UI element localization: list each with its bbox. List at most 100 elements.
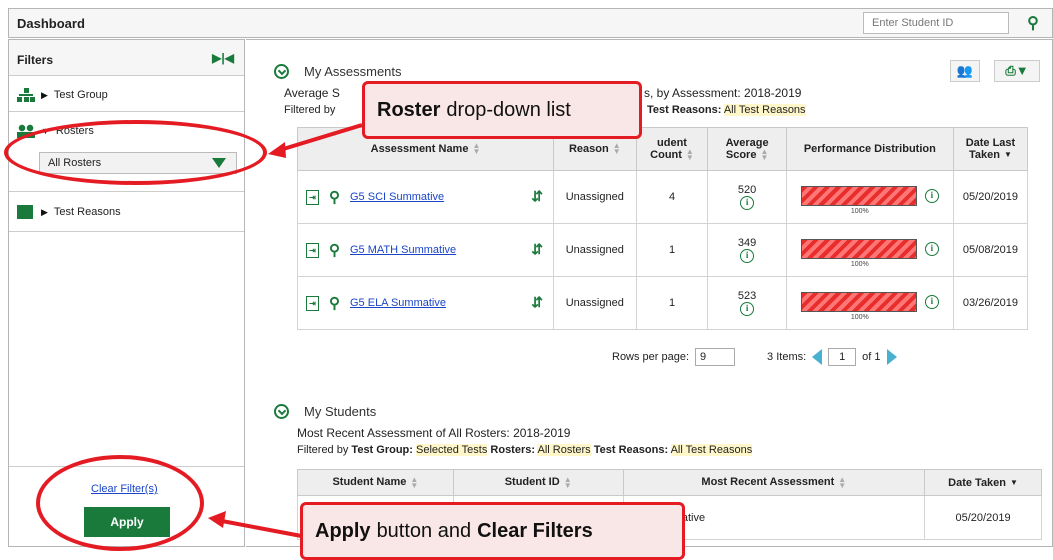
students-view-button[interactable]: 👥	[950, 60, 980, 82]
reorder-icon[interactable]: ⇵	[531, 294, 543, 311]
next-page-icon[interactable]	[886, 349, 897, 365]
performance-bar: 100%	[800, 185, 917, 215]
roster-callout: Roster drop-down list	[362, 81, 642, 139]
sort-icon: ▲ ▼	[760, 147, 769, 163]
performance-bar: 100%	[800, 291, 917, 321]
assessment-link[interactable]: G5 SCI Summative	[350, 191, 444, 203]
table-row: ⇥ ⚲ G5 SCI Summative ⇵ Unassigned 4 520 i 10…	[296, 170, 1029, 224]
score-cell: 520 i	[707, 170, 787, 224]
count-cell: 1	[635, 276, 709, 330]
search-icon: ⚲	[1027, 15, 1039, 32]
assessments-subtitle-start: Average S	[284, 86, 340, 100]
page-number-input[interactable]: 1	[828, 348, 857, 366]
reason-cell: Unassigned	[553, 170, 637, 224]
rows-per-page-input[interactable]: 9	[695, 348, 736, 366]
magnify-icon[interactable]: ⚲	[329, 188, 340, 206]
students-toggle-icon[interactable]	[274, 404, 289, 419]
table-row: ⇥ ⚲ G5 ELA Summative ⇵ Unassigned 1 523 i 10…	[296, 276, 1029, 330]
assessments-test-reasons: Test Reasons: All Test Reasons	[647, 104, 806, 116]
score-cell: 349 i	[707, 223, 787, 277]
students-filters: Filtered by Test Group: Selected Tests R…	[297, 444, 753, 456]
prev-page-icon[interactable]	[812, 349, 823, 365]
count-cell: 1	[635, 223, 709, 277]
items-count: 3 Items:	[767, 351, 807, 363]
perf-cell: 100% i	[785, 170, 954, 224]
top-bar: Dashboard ⚲	[8, 8, 1053, 38]
assessments-title: My Assessments	[304, 64, 402, 79]
pagination: Rows per page: 9 3 Items: 1 of 1	[612, 348, 897, 366]
performance-bar: 100%	[800, 238, 917, 268]
sort-icon: ▲ ▼	[410, 474, 419, 490]
report-icon[interactable]: ⇥	[306, 295, 319, 311]
assessments-subtitle-end: s, by Assessment: 2018-2019	[644, 86, 802, 100]
col-performance-distribution: Performance Distribution	[785, 127, 954, 171]
info-icon[interactable]: i	[740, 196, 755, 210]
roster-highlight-ellipse	[4, 120, 267, 185]
filter-label: Test Group	[53, 89, 108, 101]
sort-active-icon: ▼	[1003, 150, 1012, 160]
expand-arrow-icon: ▶	[41, 206, 48, 217]
apply-highlight-ellipse	[36, 455, 204, 551]
sort-icon: ▲ ▼	[838, 474, 847, 490]
assessment-link[interactable]: G5 MATH Summative	[350, 244, 456, 256]
reason-cell: Unassigned	[553, 276, 637, 330]
collapse-sidebar-icon[interactable]: ▶|◀	[212, 51, 234, 65]
col-date-taken[interactable]: Date Taken ▼	[924, 469, 1042, 496]
page-of-label: of 1	[862, 351, 881, 363]
filter-test-reasons[interactable]: ▶ Test Reasons	[9, 192, 244, 232]
col-most-recent-assessment[interactable]: Most Recent Assessment ▲ ▼	[622, 469, 926, 496]
magnify-icon[interactable]: ⚲	[329, 241, 340, 259]
assessments-filtered-by: Filtered by	[284, 104, 336, 116]
sort-icon: ▲ ▼	[563, 474, 572, 490]
table-row: ⇥ ⚲ G5 MATH Summative ⇵ Unassigned 1 349 i 1…	[296, 223, 1029, 277]
assessments-table: Assessment Name ▲ ▼ Reason ▲ ▼ udent Count ▲ ▼ …	[296, 127, 1029, 330]
sort-icon: ▲ ▼	[685, 147, 694, 163]
info-icon[interactable]: i	[740, 249, 755, 263]
date-cell: 05/08/2019	[952, 223, 1029, 277]
info-icon[interactable]: i	[924, 294, 939, 309]
filter-test-group[interactable]: ▶ Test Group	[9, 76, 244, 112]
sort-icon: ▲ ▼	[472, 141, 481, 157]
score-cell: 523 i	[707, 276, 787, 330]
info-icon[interactable]: i	[740, 302, 755, 316]
reorder-icon[interactable]: ⇵	[531, 241, 543, 258]
filters-header: Filters ▶|◀	[9, 40, 244, 76]
magnify-icon[interactable]: ⚲	[329, 294, 340, 312]
assessment-link[interactable]: G5 ELA Summative	[350, 297, 446, 309]
sort-active-icon: ▼	[1010, 477, 1018, 487]
page-title: Dashboard	[17, 16, 85, 31]
apply-callout: Apply button and Clear Filters	[300, 502, 685, 560]
col-student-name[interactable]: Student Name ▲ ▼	[297, 469, 454, 496]
students-title: My Students	[304, 404, 377, 419]
filters-title: Filters	[17, 53, 54, 67]
info-icon[interactable]: i	[924, 241, 939, 256]
date-cell: 03/26/2019	[952, 276, 1029, 330]
info-icon[interactable]: i	[924, 188, 939, 203]
col-average-score[interactable]: Average Score ▲ ▼	[707, 127, 787, 171]
perf-cell: 100% i	[785, 223, 954, 277]
report-icon[interactable]: ⇥	[306, 242, 319, 258]
perf-cell: 100% i	[785, 276, 954, 330]
col-date-last-taken[interactable]: Date Last Taken ▼	[952, 127, 1029, 171]
search-button[interactable]: ⚲	[1012, 11, 1053, 35]
users-icon: 👥	[956, 63, 974, 78]
report-icon[interactable]: ⇥	[306, 189, 319, 205]
col-student-count[interactable]: udent Count ▲ ▼	[635, 127, 709, 171]
assessments-toggle-icon[interactable]	[274, 64, 289, 79]
document-icon	[17, 205, 35, 219]
reorder-icon[interactable]: ⇵	[531, 188, 543, 205]
rows-per-page-label: Rows per page:	[612, 351, 690, 363]
reason-cell: Unassigned	[553, 223, 637, 277]
print-menu-button[interactable]: ⎙▼	[994, 60, 1040, 82]
filter-label: Test Reasons	[53, 206, 121, 218]
date-cell: 05/20/2019	[952, 170, 1029, 224]
hierarchy-icon	[17, 88, 35, 102]
printer-icon: ⎙▼	[1005, 63, 1029, 78]
student-id-search-input[interactable]	[863, 12, 1009, 34]
students-subtitle: Most Recent Assessment of All Rosters: 2…	[297, 426, 571, 440]
expand-arrow-icon: ▶	[41, 89, 48, 100]
col-student-id[interactable]: Student ID ▲ ▼	[452, 469, 624, 496]
sort-icon: ▲ ▼	[612, 141, 621, 157]
count-cell: 4	[635, 170, 709, 224]
date-cell: 05/20/2019	[924, 495, 1042, 540]
